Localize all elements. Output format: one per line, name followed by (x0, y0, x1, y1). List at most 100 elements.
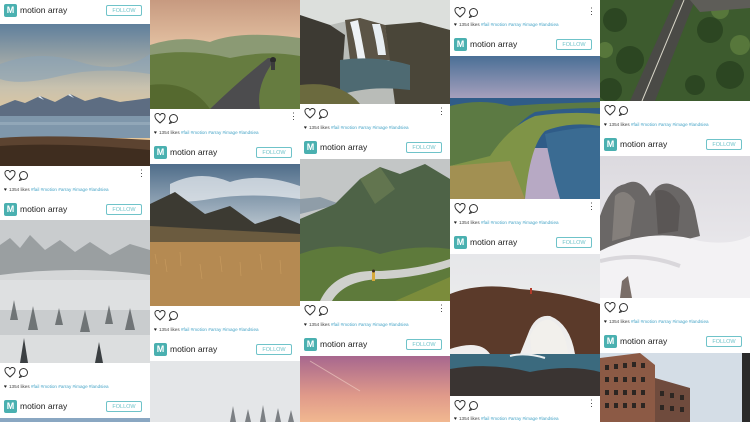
post-photo[interactable] (450, 56, 600, 199)
more-options-icon[interactable]: ⋮ (137, 169, 146, 178)
account-name[interactable]: motion array (470, 39, 517, 49)
post-tags[interactable]: #fail #motion #array #image #landsiea (481, 220, 559, 225)
heart-icon[interactable] (604, 105, 616, 116)
likes-count: 1354 likes (8, 384, 30, 389)
follow-button[interactable]: FOLLOW (556, 237, 592, 248)
account-name[interactable]: motion array (170, 147, 217, 157)
avatar-icon[interactable]: M (304, 338, 317, 351)
comment-icon[interactable] (168, 113, 179, 124)
follow-button[interactable]: FOLLOW (406, 339, 442, 350)
more-options-icon[interactable]: ⋮ (437, 107, 446, 116)
post-photo[interactable] (300, 356, 450, 422)
comment-icon[interactable] (318, 305, 329, 316)
account-name[interactable]: motion array (20, 5, 67, 15)
heart-icon[interactable] (4, 170, 16, 181)
follow-button[interactable]: FOLLOW (106, 204, 142, 215)
account-name[interactable]: motion array (320, 142, 367, 152)
likes-count: 1354 likes (308, 322, 330, 327)
likes-count: 1354 likes (8, 187, 30, 192)
post-photo[interactable] (600, 156, 750, 298)
post-tags[interactable]: #fail #motion #array #image #landsiea (31, 384, 109, 389)
avatar-icon[interactable]: M (154, 146, 167, 159)
post-photo[interactable] (300, 159, 450, 301)
follow-button[interactable]: FOLLOW (406, 142, 442, 153)
follow-button[interactable]: FOLLOW (706, 139, 742, 150)
post-meta: ♥ 1354 likes #fail #motion #array #image … (604, 319, 709, 325)
post-header: M motion array FOLLOW (600, 331, 750, 355)
post-tags[interactable]: #fail #motion #array #image #landsiea (631, 122, 709, 127)
heart-icon[interactable] (604, 302, 616, 313)
likes-count: 1354 likes (308, 125, 330, 130)
post-photo[interactable] (600, 0, 750, 101)
more-options-icon[interactable]: ⋮ (289, 112, 298, 121)
heart-icon[interactable] (454, 7, 466, 18)
follow-button[interactable]: FOLLOW (256, 344, 292, 355)
avatar-icon[interactable]: M (604, 335, 617, 348)
heart-icon[interactable] (304, 305, 316, 316)
follow-button[interactable]: FOLLOW (106, 5, 142, 16)
comment-icon[interactable] (18, 367, 29, 378)
comment-icon[interactable] (468, 400, 479, 411)
account-name[interactable]: motion array (620, 139, 667, 149)
comment-icon[interactable] (18, 170, 29, 181)
comment-icon[interactable] (468, 7, 479, 18)
post-actions: ⋮ ♥ 1354 likes #fail #motion #array #imag… (300, 301, 450, 337)
follow-button[interactable]: FOLLOW (256, 147, 292, 158)
comment-icon[interactable] (618, 105, 629, 116)
more-options-icon[interactable]: ⋮ (587, 7, 596, 16)
avatar-icon[interactable]: M (4, 4, 17, 17)
post-tags[interactable]: #fail #motion #array #image #landsiea (181, 327, 259, 332)
heart-icon[interactable] (154, 310, 166, 321)
more-options-icon[interactable]: ⋮ (437, 304, 446, 313)
post-header: M motion array FOLLOW (450, 232, 600, 256)
post-tags[interactable]: #fail #motion #array #image #landsiea (181, 130, 259, 135)
post-tags[interactable]: #fail #motion #array #image #landsiea (331, 322, 409, 327)
post-photo[interactable] (150, 0, 300, 109)
account-name[interactable]: motion array (470, 237, 517, 247)
post-photo[interactable] (450, 254, 600, 396)
account-name[interactable]: motion array (20, 204, 67, 214)
heart-icon[interactable] (454, 203, 466, 214)
post-tags[interactable]: #fail #motion #array #image #landsiea (631, 319, 709, 324)
post-meta: ♥ 1354 likes #fail #motion #array #image … (154, 327, 259, 333)
follow-button[interactable]: FOLLOW (106, 401, 142, 412)
avatar-icon[interactable]: M (604, 138, 617, 151)
comment-icon[interactable] (618, 302, 629, 313)
post-meta: ♥ 1354 likes #fail #motion #array #image … (304, 125, 409, 131)
follow-button[interactable]: FOLLOW (556, 39, 592, 50)
post-tags[interactable]: #fail #motion #array #image #landsiea (481, 22, 559, 27)
avatar-icon[interactable]: M (454, 38, 467, 51)
heart-icon[interactable] (304, 108, 316, 119)
heart-icon[interactable] (154, 113, 166, 124)
comment-icon[interactable] (318, 108, 329, 119)
post-photo[interactable] (150, 164, 300, 306)
avatar-icon[interactable]: M (454, 236, 467, 249)
account-name[interactable]: motion array (320, 339, 367, 349)
heart-icon[interactable] (4, 367, 16, 378)
more-options-icon[interactable]: ⋮ (587, 202, 596, 211)
comment-icon[interactable] (168, 310, 179, 321)
more-options-icon[interactable]: ⋮ (587, 399, 596, 408)
post-photo[interactable] (0, 24, 150, 166)
post-tags[interactable]: #fail #motion #array #image #landsiea (481, 416, 559, 421)
avatar-icon[interactable]: M (154, 343, 167, 356)
post-tags[interactable]: #fail #motion #array #image #landsiea (31, 187, 109, 192)
post-actions: ⋮ ♥ 1354 likes #fail #motion #array #imag… (300, 104, 450, 140)
post-photo[interactable] (0, 220, 150, 363)
post-tags[interactable]: #fail #motion #array #image #landsiea (331, 125, 409, 130)
likes-count: 1354 likes (608, 319, 630, 324)
account-name[interactable]: motion array (620, 336, 667, 346)
post-photo[interactable] (600, 353, 750, 422)
post-photo[interactable] (300, 0, 450, 104)
account-name[interactable]: motion array (20, 401, 67, 411)
post-photo[interactable] (0, 418, 150, 422)
avatar-icon[interactable]: M (4, 400, 17, 413)
post-photo[interactable] (150, 361, 300, 422)
follow-button[interactable]: FOLLOW (706, 336, 742, 347)
account-name[interactable]: motion array (170, 344, 217, 354)
avatar-icon[interactable]: M (304, 141, 317, 154)
post-header: M motion array FOLLOW (600, 134, 750, 158)
heart-icon[interactable] (454, 400, 466, 411)
avatar-icon[interactable]: M (4, 203, 17, 216)
comment-icon[interactable] (468, 203, 479, 214)
